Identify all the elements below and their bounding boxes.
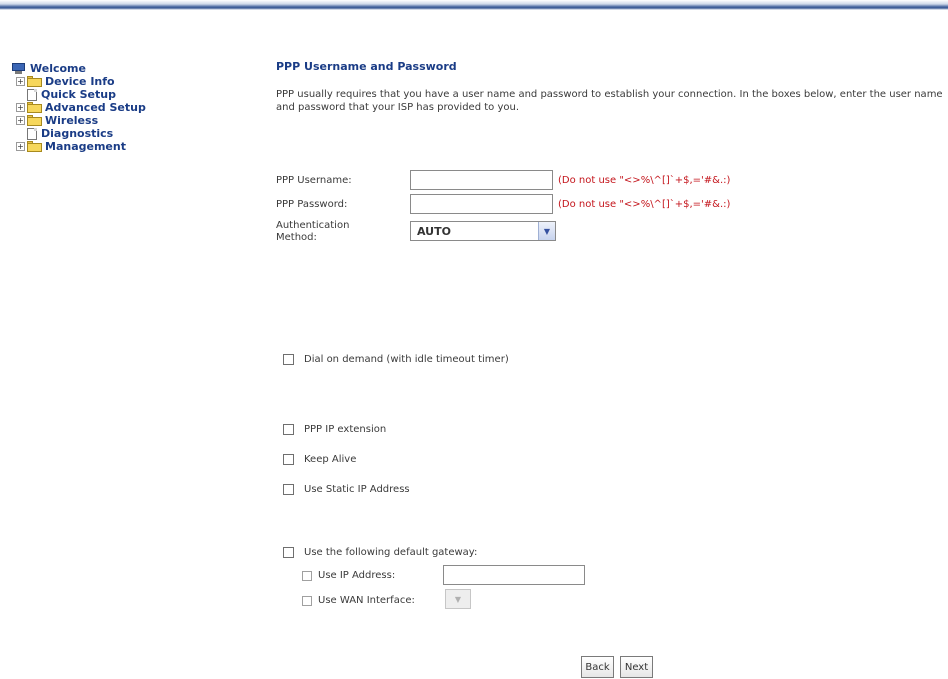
username-label: PPP Username: — [276, 175, 352, 186]
auth-method-label: Authentication Method: — [276, 220, 350, 243]
folder-icon — [27, 141, 42, 152]
folder-icon — [27, 102, 42, 113]
password-label: PPP Password: — [276, 199, 348, 210]
folder-icon — [27, 76, 42, 87]
use-static-ip-label: Use Static IP Address — [304, 484, 410, 495]
username-hint: (Do not use "<>%\^[]`+$,='#&.:) — [558, 175, 731, 186]
top-banner-bar — [0, 0, 948, 10]
use-static-ip-checkbox[interactable] — [283, 484, 294, 495]
keep-alive-label: Keep Alive — [304, 454, 357, 465]
sidebar-item-welcome[interactable]: Welcome — [12, 62, 86, 75]
ppp-password-input[interactable] — [410, 194, 553, 214]
page-icon — [27, 127, 37, 140]
ppp-ip-extension-label: PPP IP extension — [304, 424, 387, 435]
expand-icon[interactable]: + — [16, 142, 25, 151]
next-button[interactable]: Next — [620, 656, 653, 678]
default-gateway-checkbox[interactable] — [283, 547, 294, 558]
folder-icon — [27, 115, 42, 126]
sidebar-item-label: Management — [45, 140, 126, 153]
wan-interface-select[interactable]: ▼ — [445, 589, 471, 609]
page-icon — [27, 88, 37, 101]
dial-on-demand-label: Dial on demand (with idle timeout timer) — [304, 354, 509, 365]
sidebar-item-label: Welcome — [30, 62, 86, 75]
sidebar-item-label: Quick Setup — [41, 88, 116, 101]
sidebar-item-advanced-setup[interactable]: + Advanced Setup — [16, 101, 146, 114]
expand-icon[interactable]: + — [16, 116, 25, 125]
auth-method-select[interactable]: AUTO ▼ — [410, 221, 556, 241]
keep-alive-checkbox[interactable] — [283, 454, 294, 465]
use-wan-interface-radio[interactable] — [302, 596, 312, 606]
ppp-username-input[interactable] — [410, 170, 553, 190]
use-wan-interface-label: Use WAN Interface: — [318, 595, 415, 606]
sidebar-item-management[interactable]: + Management — [16, 140, 126, 153]
chevron-down-icon[interactable]: ▼ — [538, 222, 555, 240]
auth-method-value: AUTO — [417, 224, 451, 238]
default-gateway-label: Use the following default gateway: — [304, 547, 478, 558]
sidebar-item-device-info[interactable]: + Device Info — [16, 75, 115, 88]
sidebar-item-label: Advanced Setup — [45, 101, 146, 114]
expand-icon[interactable]: + — [16, 77, 25, 86]
use-ip-address-radio[interactable] — [302, 571, 312, 581]
sidebar-item-quick-setup[interactable]: Quick Setup — [27, 88, 116, 101]
sidebar-item-wireless[interactable]: + Wireless — [16, 114, 98, 127]
ppp-ip-extension-checkbox[interactable] — [283, 424, 294, 435]
page-title: PPP Username and Password — [276, 60, 457, 73]
sidebar-item-diagnostics[interactable]: Diagnostics — [27, 127, 113, 140]
monitor-icon — [12, 63, 26, 74]
use-ip-address-label: Use IP Address: — [318, 570, 396, 581]
sidebar-item-label: Wireless — [45, 114, 99, 127]
gateway-ip-input[interactable] — [443, 565, 585, 585]
dial-on-demand-checkbox[interactable] — [283, 354, 294, 365]
expand-icon[interactable]: + — [16, 103, 25, 112]
chevron-down-icon[interactable]: ▼ — [446, 590, 470, 608]
back-button[interactable]: Back — [581, 656, 614, 678]
sidebar-item-label: Device Info — [45, 75, 115, 88]
password-hint: (Do not use "<>%\^[]`+$,='#&.:) — [558, 199, 731, 210]
sidebar-item-label: Diagnostics — [41, 127, 114, 140]
page-description: PPP usually requires that you have a use… — [276, 89, 943, 113]
